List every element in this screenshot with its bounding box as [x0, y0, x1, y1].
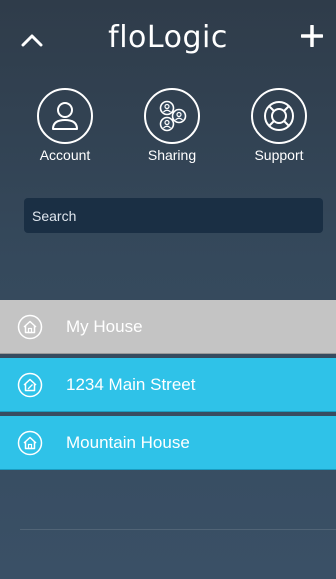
- action-bar: Account Sharing Support: [0, 88, 336, 178]
- house-alert-icon: [16, 371, 44, 399]
- list-item-main-street[interactable]: 1234 Main Street: [0, 358, 336, 412]
- plus-icon: [301, 25, 323, 47]
- sharing-circle: [144, 88, 200, 144]
- header: floLogic: [0, 0, 336, 80]
- app-screen: floLogic Account Sharing Support Search …: [0, 0, 336, 579]
- house-label: 1234 Main Street: [66, 374, 196, 394]
- sharing-label: Sharing: [147, 147, 197, 163]
- list-item-my-house[interactable]: My House: [0, 300, 336, 354]
- house-icon: [16, 429, 44, 457]
- house-label: Mountain House: [66, 432, 190, 452]
- account-circle: [37, 88, 93, 144]
- support-label: Support: [254, 147, 304, 163]
- house-label: My House: [66, 316, 143, 336]
- support-circle: [251, 88, 307, 144]
- account-button[interactable]: Account: [20, 88, 110, 163]
- support-button[interactable]: Support: [234, 88, 324, 163]
- sharing-people-icon: [159, 100, 187, 132]
- sharing-button[interactable]: Sharing: [127, 88, 217, 163]
- house-icon: [16, 313, 44, 341]
- divider: [20, 529, 336, 530]
- house-list: My House 1234 Main Street Mountain House: [0, 300, 336, 474]
- account-label: Account: [39, 147, 91, 163]
- lifebuoy-icon: [264, 101, 294, 131]
- search-input[interactable]: [24, 198, 323, 233]
- person-icon: [52, 102, 78, 130]
- app-logo: floLogic: [108, 20, 228, 55]
- list-item-mountain-house[interactable]: Mountain House: [0, 416, 336, 470]
- add-button[interactable]: [294, 18, 330, 54]
